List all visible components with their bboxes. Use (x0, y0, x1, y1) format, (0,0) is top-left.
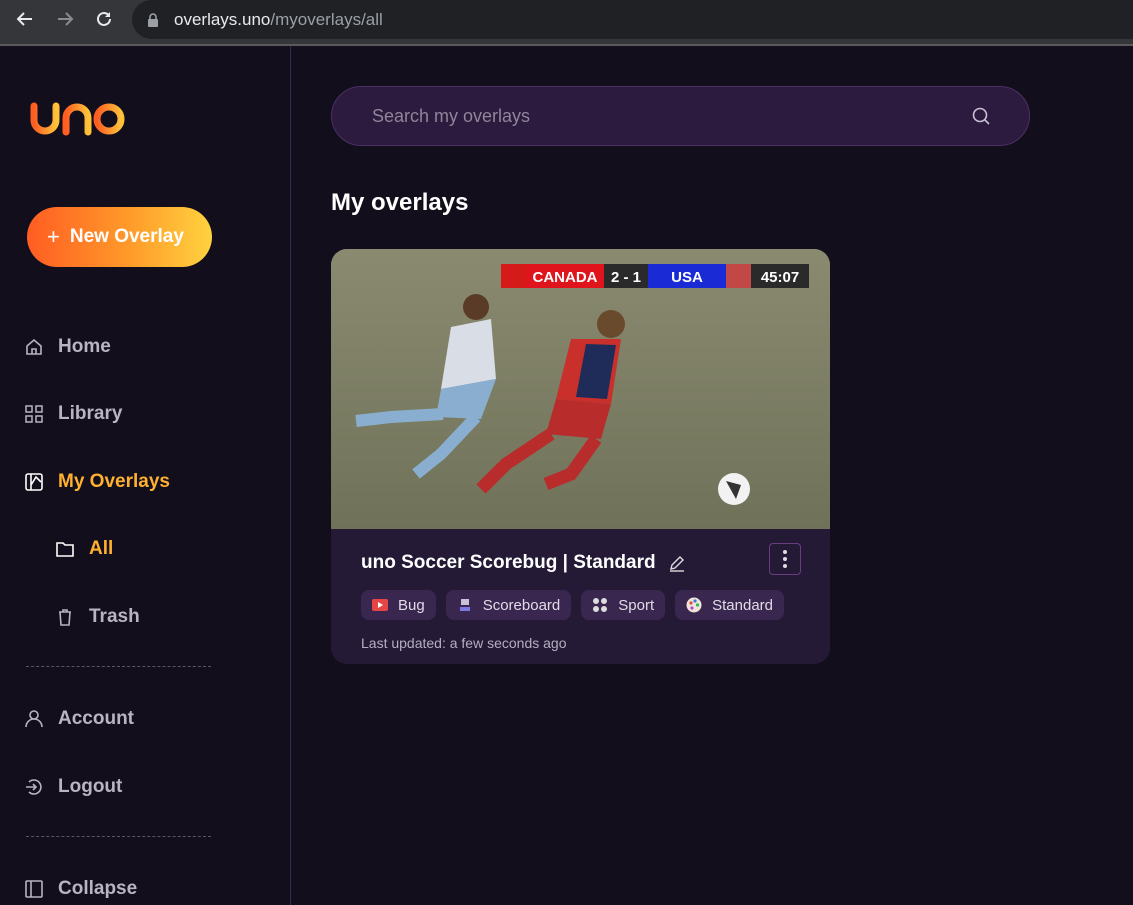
more-vertical-icon (783, 550, 787, 554)
home-icon (26, 338, 42, 355)
trash-icon (59, 609, 71, 626)
sidebar: + New Overlay Home Library My Overlays A… (0, 46, 291, 905)
sidebar-item-all[interactable]: All (56, 538, 113, 560)
reload-icon (97, 11, 111, 26)
tag-label: Scoreboard (482, 596, 561, 614)
tag-label: Standard (712, 596, 774, 614)
sidebar-item-trash[interactable]: Trash (56, 606, 140, 628)
pencil-icon[interactable] (668, 554, 686, 572)
sidebar-item-label: Trash (89, 606, 140, 627)
tag-sport[interactable]: Sport (581, 590, 666, 620)
sidebar-item-label: Account (58, 708, 134, 729)
tag-label: Bug (398, 596, 425, 614)
sidebar-item-account[interactable]: Account (25, 708, 134, 730)
tag-bug[interactable]: Bug (361, 590, 436, 620)
sidebar-item-library[interactable]: Library (25, 403, 122, 425)
sidebar-item-label: My Overlays (58, 471, 170, 492)
url-path: /myoverlays/all (270, 9, 383, 29)
arrow-right-icon (58, 12, 74, 26)
user-icon (25, 710, 43, 728)
sidebar-item-label: Logout (58, 776, 123, 797)
uno-logo[interactable] (28, 98, 128, 140)
forward-button[interactable] (53, 7, 77, 31)
overlay-tags: Bug Scoreboard Sport Standard (361, 590, 785, 620)
play-icon (372, 599, 388, 611)
scorebug-score: 2 - 1 (611, 269, 641, 286)
folder-icon (56, 542, 74, 557)
soccer-thumbnail-image: CANADA 2 - 1 USA 45:07 (331, 249, 830, 529)
overlays-icon (25, 473, 43, 491)
address-bar[interactable]: overlays.uno/myoverlays/all (132, 0, 1133, 39)
sidebar-item-logout[interactable]: Logout (25, 776, 122, 798)
grid-icon (25, 405, 43, 423)
overlay-title-text: uno Soccer Scorebug | Standard (361, 552, 656, 573)
sidebar-item-label: Collapse (58, 878, 138, 899)
new-overlay-label: New Overlay (69, 226, 184, 247)
sport-icon (593, 598, 608, 612)
overlay-card[interactable]: CANADA 2 - 1 USA 45:07 uno Soccer Scoreb… (331, 249, 830, 664)
scorebug-away: USA (671, 269, 703, 286)
tag-label: Sport (618, 596, 655, 614)
arrow-left-icon (16, 12, 32, 26)
reload-button[interactable] (92, 7, 116, 31)
search-icon[interactable] (971, 106, 991, 126)
back-button[interactable] (13, 7, 37, 31)
browser-toolbar: overlays.uno/myoverlays/all (0, 0, 1133, 46)
sidebar-item-home[interactable]: Home (25, 336, 111, 358)
new-overlay-button[interactable]: + New Overlay (27, 207, 212, 267)
url-host: overlays.uno (174, 9, 271, 29)
scorebug: CANADA 2 - 1 USA 45:07 (501, 264, 809, 288)
sidebar-divider (26, 836, 211, 837)
scorebug-home: CANADA (533, 269, 598, 286)
last-updated: Last updated: a few seconds ago (361, 635, 567, 651)
page-title: My overlays (331, 189, 469, 216)
logout-icon (26, 779, 42, 795)
tag-scoreboard[interactable]: Scoreboard (445, 590, 572, 620)
plus-icon: + (47, 224, 60, 249)
sidebar-collapse-icon (25, 880, 43, 898)
scoreboard-icon (459, 599, 470, 611)
overlay-title: uno Soccer Scorebug | Standard (361, 552, 686, 574)
overlay-thumbnail[interactable]: CANADA 2 - 1 USA 45:07 (331, 249, 830, 529)
sidebar-divider (26, 666, 211, 667)
search-input[interactable] (372, 105, 971, 127)
sidebar-item-collapse[interactable]: Collapse (25, 878, 137, 900)
lock-icon (148, 12, 158, 27)
sidebar-item-label: Home (58, 336, 111, 357)
overlay-menu-button[interactable] (769, 543, 801, 575)
search-bar (331, 86, 1030, 146)
scorebug-clock: 45:07 (761, 269, 799, 286)
sidebar-item-my-overlays[interactable]: My Overlays (25, 471, 170, 493)
sidebar-item-label: Library (58, 403, 123, 424)
tag-standard[interactable]: Standard (675, 590, 785, 620)
palette-icon (686, 597, 702, 613)
sidebar-item-label: All (89, 538, 114, 559)
